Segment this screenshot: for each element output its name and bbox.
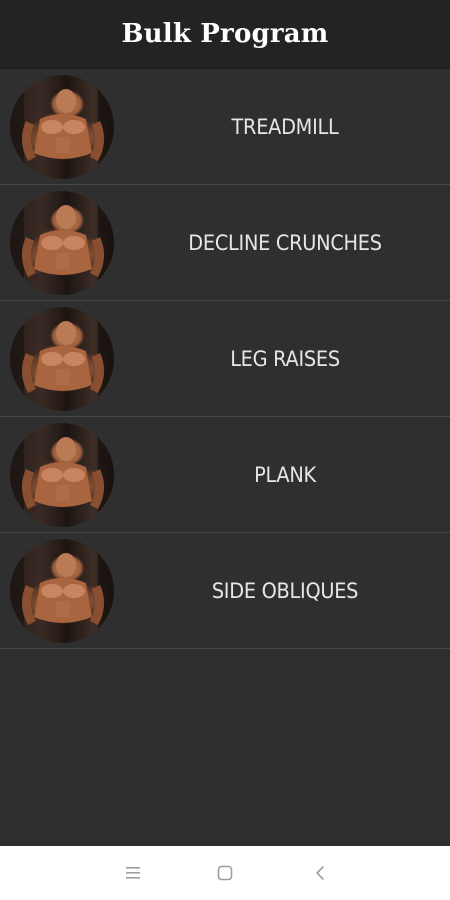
- app-header: Bulk Program: [0, 0, 450, 69]
- page-title: Bulk Program: [121, 19, 329, 49]
- bodybuilder-image: [10, 306, 114, 411]
- menu-icon: [126, 867, 140, 879]
- exercise-thumbnail: [10, 190, 114, 295]
- bodybuilder-image: [10, 74, 114, 179]
- bodybuilder-image: [10, 190, 114, 295]
- home-button[interactable]: [210, 858, 240, 888]
- bodybuilder-image: [10, 538, 114, 643]
- exercise-label: SIDE OBLIQUES: [211, 578, 359, 603]
- system-navigation-bar: [0, 846, 450, 900]
- exercise-row-leg-raises[interactable]: LEG RAISES: [0, 301, 450, 417]
- exercise-thumbnail: [10, 538, 114, 643]
- exercise-row-plank[interactable]: PLANK: [0, 417, 450, 533]
- bodybuilder-image: [10, 422, 114, 527]
- recent-apps-button[interactable]: [118, 858, 148, 888]
- exercise-label: DECLINE CRUNCHES: [188, 230, 382, 255]
- exercise-thumbnail: [10, 306, 114, 411]
- back-button[interactable]: [305, 858, 335, 888]
- exercise-row-decline-crunches[interactable]: DECLINE CRUNCHES: [0, 185, 450, 301]
- exercise-row-side-obliques[interactable]: SIDE OBLIQUES: [0, 533, 450, 649]
- app-screen: Bulk Program TREADMILL DECLINE CRUNCHES …: [0, 0, 450, 900]
- exercise-label: PLANK: [254, 462, 316, 487]
- exercise-list: TREADMILL DECLINE CRUNCHES LEG RAISES PL…: [0, 69, 450, 649]
- exercise-row-treadmill[interactable]: TREADMILL: [0, 69, 450, 185]
- exercise-thumbnail: [10, 74, 114, 179]
- back-chevron-icon: [316, 866, 324, 880]
- exercise-label: LEG RAISES: [230, 346, 340, 371]
- exercise-label: TREADMILL: [231, 114, 339, 139]
- home-square-icon: [217, 865, 233, 881]
- exercise-thumbnail: [10, 422, 114, 527]
